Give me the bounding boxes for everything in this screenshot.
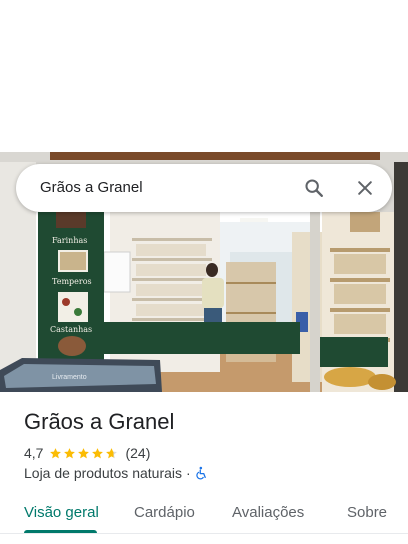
review-count[interactable]: (24) (125, 445, 150, 461)
place-title: Grãos a Granel (24, 409, 175, 434)
star-rating (49, 447, 119, 460)
close-icon (358, 181, 372, 195)
tab-reviews[interactable]: Avaliações (232, 496, 304, 532)
search-bar[interactable]: Grãos a Granel (16, 164, 392, 212)
tab-menu[interactable]: Cardápio (134, 496, 195, 532)
tab-overview[interactable]: Visão geral (24, 496, 99, 532)
star-icon (64, 447, 76, 458)
sign-farinhas: Farinhas (52, 236, 88, 245)
wheelchair-accessible-icon[interactable] (195, 466, 209, 480)
star-icon (106, 447, 118, 458)
tab-about[interactable]: Sobre (347, 496, 387, 532)
search-icon (305, 179, 323, 197)
search-query-text[interactable]: Grãos a Granel (40, 164, 143, 212)
sign-castanhas: Castanhas (50, 325, 93, 334)
star-icon (50, 447, 62, 458)
sign-temperos: Temperos (52, 277, 92, 286)
place-category[interactable]: Loja de produtos naturais (24, 465, 182, 481)
star-icon (92, 447, 104, 458)
place-tabs: Visão geral Cardápio Avaliações Sobre (0, 496, 408, 536)
star-icon (78, 447, 90, 458)
freezer-brand: Livramento (52, 374, 87, 381)
tabs-divider (0, 533, 408, 534)
category-row: Loja de produtos naturais · (24, 464, 209, 482)
clear-search-button[interactable] (349, 172, 381, 204)
search-button[interactable] (298, 172, 330, 204)
rating-row[interactable]: 4,7 (24) (24, 444, 150, 462)
rating-value: 4,7 (24, 445, 44, 461)
separator-dot: · (186, 465, 191, 481)
